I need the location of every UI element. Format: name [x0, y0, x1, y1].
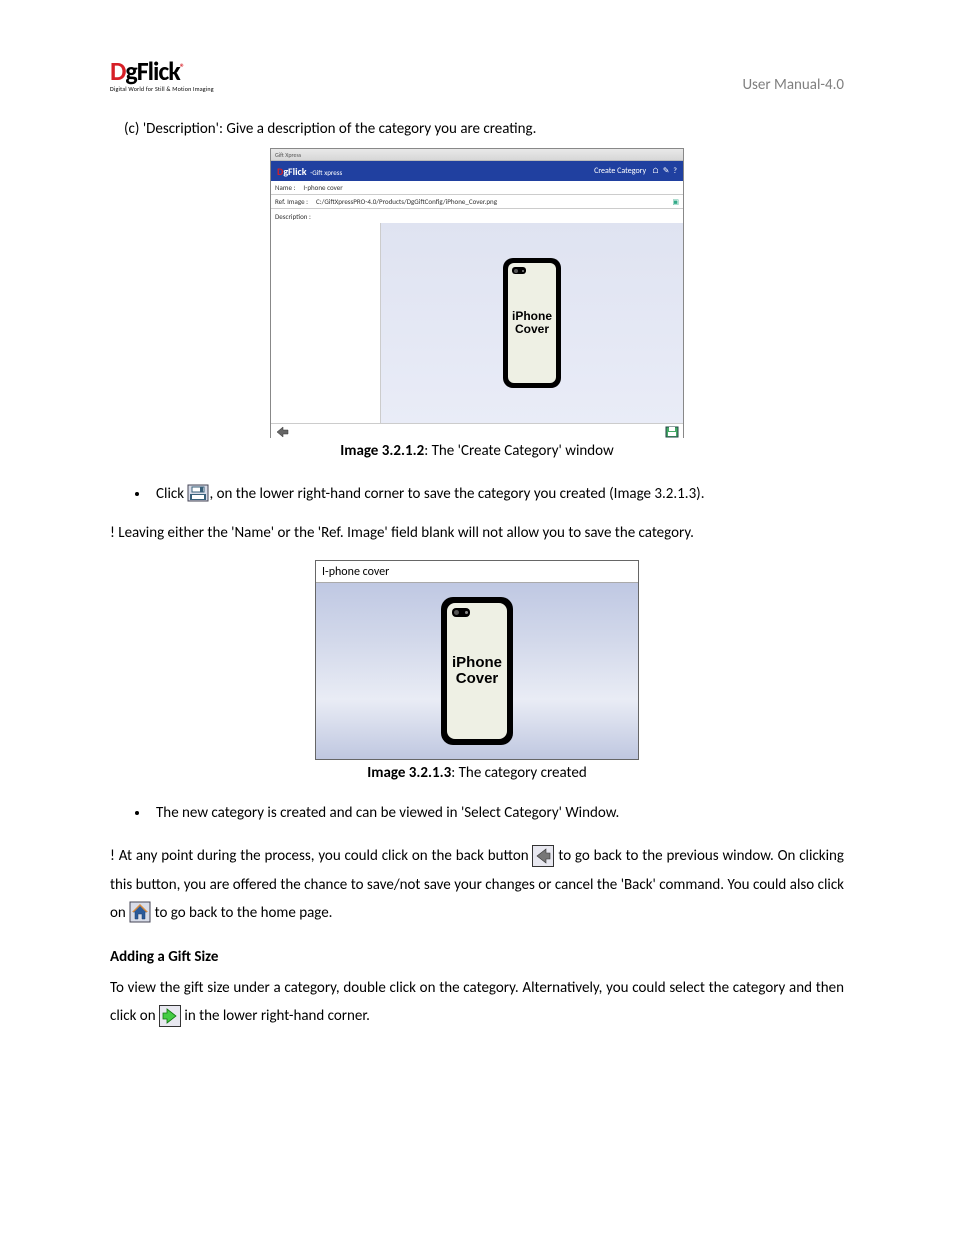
window-title: Gift Xpress	[275, 151, 301, 159]
phone-text-2: Cover	[456, 671, 499, 687]
save-icon	[187, 482, 209, 504]
brand-logo: DgFlick® Digital World for Still & Motio…	[110, 58, 214, 92]
description-row: Description :	[271, 209, 683, 223]
iphone-cover-graphic: iPhone Cover	[441, 597, 513, 745]
description-label: Description :	[275, 212, 311, 221]
app-brand: DgFlick	[277, 165, 307, 178]
main-preview-area: iPhone Cover	[271, 223, 683, 423]
ref-image-row: Ref. Image : C:/GiftXpressPRO-4.0/Produc…	[271, 195, 683, 209]
back-button[interactable]	[275, 426, 289, 440]
home-icon[interactable]: ⌂	[652, 166, 659, 176]
back-text-c: to go back to the home page.	[155, 904, 333, 922]
logo-text: DgFlick®	[110, 58, 214, 84]
browse-icon[interactable]: ▣	[672, 197, 679, 206]
caption-1-rest: : The 'Create Category' window	[424, 442, 614, 460]
create-category-window-screenshot: Gift Xpress DgFlick -Gift xpress Create …	[270, 148, 684, 438]
category-name-bar: I-phone cover	[316, 561, 638, 583]
back-text-a: ! At any point during the process, you c…	[110, 847, 532, 865]
blank-field-warning: ! Leaving either the 'Name' or the 'Ref.…	[110, 524, 844, 542]
figure-1-caption: Image 3.2.1.2: The 'Create Category' win…	[270, 442, 684, 460]
phone-text-1: iPhone	[452, 655, 502, 671]
figure-1-container: Gift Xpress DgFlick -Gift xpress Create …	[270, 148, 684, 460]
back-home-instruction: ! At any point during the process, you c…	[110, 842, 844, 928]
header-version: User Manual-4.0	[742, 76, 844, 94]
figure-2-container: I-phone cover iPhone Cover Image 3.2.1.3…	[315, 560, 639, 782]
description-textarea[interactable]	[271, 223, 381, 423]
bullet1-pre: Click	[156, 485, 184, 503]
name-input[interactable]: I-phone cover	[303, 183, 342, 192]
save-button[interactable]	[665, 426, 679, 440]
category-created-bullet: The new category is created and can be v…	[150, 804, 844, 822]
footer-bar	[271, 423, 683, 441]
iphone-cover-graphic: iPhone Cover	[503, 258, 561, 388]
ref-image-label: Ref. Image :	[275, 197, 308, 206]
bullet1-post: , on the lower right-hand corner to save…	[209, 485, 704, 503]
description-field-instruction: (c) 'Description': Give a description of…	[124, 120, 844, 138]
help-icon[interactable]: ?	[673, 166, 677, 176]
ref-image-input[interactable]: C:/GiftXpressPRO-4.0/Products/DgGiftConf…	[316, 197, 664, 206]
name-row: Name : I-phone cover	[271, 181, 683, 195]
app-brand-bar: DgFlick -Gift xpress Create Category ⌂ ✎…	[271, 161, 683, 181]
home-icon	[129, 901, 151, 923]
caption-1-bold: Image 3.2.1.2	[340, 442, 424, 460]
tool-icon[interactable]: ✎	[663, 166, 670, 176]
category-preview: iPhone Cover	[316, 583, 638, 759]
back-arrow-icon	[532, 845, 554, 867]
save-instruction-bullet: Click , on the lower right-hand corner t…	[150, 482, 844, 504]
category-created-screenshot: I-phone cover iPhone Cover	[315, 560, 639, 760]
name-label: Name :	[275, 183, 295, 192]
camera-icon	[512, 267, 526, 274]
figure-2-caption: Image 3.2.1.3: The category created	[315, 764, 639, 782]
app-subbrand: -Gift xpress	[310, 168, 342, 177]
logo-tagline: Digital World for Still & Motion Imaging	[110, 86, 214, 92]
caption-2-rest: : The category created	[451, 764, 586, 782]
gift-text-b: in the lower right-hand corner.	[184, 1007, 370, 1025]
caption-2-bold: Image 3.2.1.3	[367, 764, 451, 782]
ref-image-preview: iPhone Cover	[381, 223, 683, 423]
adding-gift-size-heading: Adding a Gift Size	[110, 948, 844, 966]
camera-icon	[452, 608, 470, 617]
window-titlebar: Gift Xpress	[271, 149, 683, 161]
phone-text-2: Cover	[515, 323, 549, 336]
screen-label: Create Category	[594, 166, 646, 176]
category-name: I-phone cover	[322, 565, 389, 579]
forward-arrow-icon	[159, 1005, 181, 1027]
gift-size-instruction: To view the gift size under a category, …	[110, 974, 844, 1031]
